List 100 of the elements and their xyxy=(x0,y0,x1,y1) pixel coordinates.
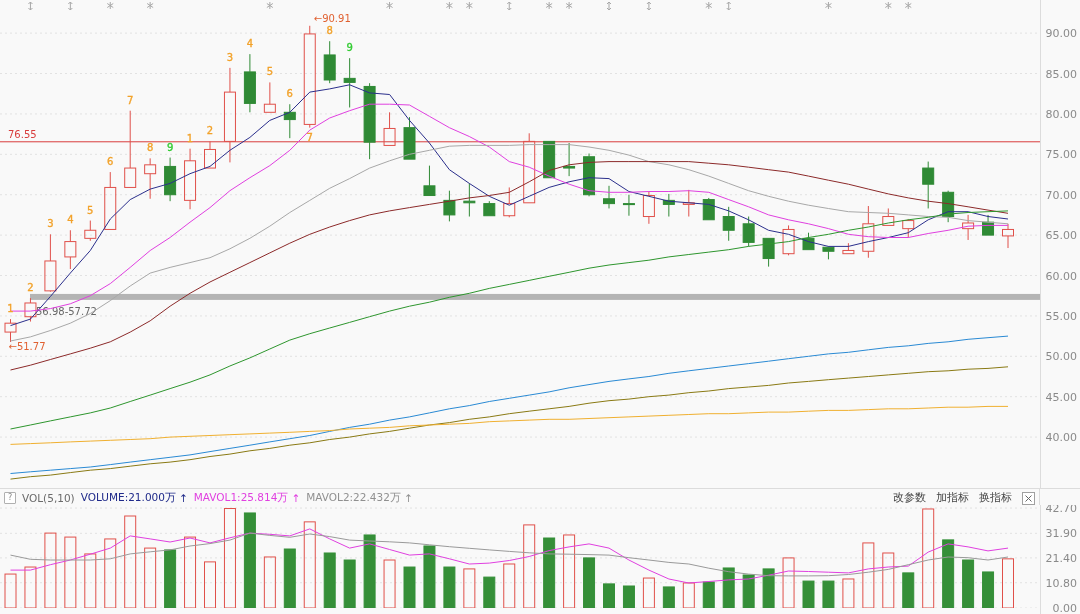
volume-bar xyxy=(583,557,596,608)
volume-bar xyxy=(483,576,496,608)
volume-bar xyxy=(842,578,855,608)
candlestick xyxy=(343,57,356,108)
trend-arrow: ↑ xyxy=(403,492,413,504)
count-label: 3 xyxy=(226,51,234,63)
count-label: 9 xyxy=(346,42,353,54)
candlestick xyxy=(802,232,815,251)
candlestick xyxy=(543,140,556,179)
candlestick xyxy=(283,103,296,139)
volume-bar xyxy=(762,568,775,608)
candlestick xyxy=(962,214,975,241)
star-icon xyxy=(146,1,154,10)
candlestick xyxy=(104,171,117,230)
axis-label: 80.00 xyxy=(1045,107,1077,121)
axis-label: 70.00 xyxy=(1045,188,1077,202)
axis-label: 40.00 xyxy=(1045,431,1077,445)
indicator-action-link[interactable]: 加指标 xyxy=(934,491,972,505)
indicator-value: VOLUME:21.000万 xyxy=(80,491,176,505)
candlestick xyxy=(642,191,655,225)
candlestick xyxy=(44,233,57,293)
count-label: 8 xyxy=(326,25,333,37)
volume-bar xyxy=(204,561,216,608)
axis-label: 75.00 xyxy=(1045,148,1077,162)
double-arrow-icon xyxy=(67,1,73,11)
axis-label: 0.00 xyxy=(1052,602,1077,614)
candlestick xyxy=(84,220,97,242)
candlestick xyxy=(523,132,536,204)
indicator-value: MAVOL1:25.814万 xyxy=(193,491,289,505)
count-label: 4 xyxy=(246,38,254,50)
count-label: 7 xyxy=(127,94,134,106)
candlestick xyxy=(762,237,775,268)
candlestick xyxy=(144,157,157,200)
candlestick xyxy=(882,207,895,226)
star-icon xyxy=(824,1,832,10)
star-icon xyxy=(106,1,114,10)
double-arrow-icon xyxy=(726,1,732,11)
indicator-action-link[interactable]: 换指标 xyxy=(977,491,1015,505)
candlestick xyxy=(682,189,695,218)
volume-bar xyxy=(603,583,615,608)
volume-bar xyxy=(982,571,995,608)
indicator-value: MAVOL2:22.432万 xyxy=(306,491,401,505)
volume-bar xyxy=(942,539,955,608)
candlestick xyxy=(583,153,596,197)
candlestick xyxy=(782,224,795,256)
volume-bar xyxy=(1002,558,1014,608)
count-label: 1 xyxy=(7,303,14,315)
candlestick xyxy=(822,245,835,260)
volume-bar xyxy=(543,537,556,608)
double-arrow-icon xyxy=(646,1,652,11)
double-arrow-icon xyxy=(506,1,512,11)
close-icon xyxy=(1025,494,1033,502)
candlestick xyxy=(204,140,216,169)
volume-bar xyxy=(662,586,675,608)
count-label: 5 xyxy=(266,66,274,78)
candlestick xyxy=(862,205,875,259)
double-arrow-icon xyxy=(27,1,33,11)
volume-bar xyxy=(642,577,655,608)
star-icon xyxy=(705,1,713,10)
count-label: 9 xyxy=(166,141,174,153)
axis-label: 60.00 xyxy=(1045,269,1077,283)
count-label: 5 xyxy=(87,204,94,216)
candlestick xyxy=(243,53,256,113)
candlestick xyxy=(563,142,576,177)
star-icon xyxy=(565,1,573,10)
candlestick xyxy=(842,242,855,255)
candlestick xyxy=(622,194,635,217)
volume-bar xyxy=(343,559,356,608)
count-label: 6 xyxy=(286,88,293,100)
volume-bar xyxy=(283,548,296,608)
candlestick xyxy=(1002,223,1014,249)
star-icon xyxy=(465,1,473,10)
volume-bar xyxy=(702,581,715,608)
volume-bar xyxy=(144,547,157,608)
axis-label: 31.90 xyxy=(1045,527,1077,541)
close-button[interactable] xyxy=(1022,491,1036,505)
volume-bar xyxy=(962,559,975,608)
star-icon xyxy=(884,1,892,10)
volume-bar xyxy=(902,572,915,608)
count-label: 2 xyxy=(27,282,34,294)
double-arrow-icon xyxy=(606,1,612,11)
candlestick xyxy=(24,297,37,323)
volume-bar xyxy=(323,552,336,608)
candlestick xyxy=(64,229,77,270)
volume-bar xyxy=(822,580,835,608)
volume-bar xyxy=(24,566,37,608)
candlestick xyxy=(503,186,516,218)
star-icon xyxy=(445,1,453,10)
axis-label: 45.00 xyxy=(1045,390,1077,404)
candlestick xyxy=(702,197,715,221)
high-price-label: ←90.91 xyxy=(313,12,351,24)
axis-label: 90.00 xyxy=(1045,27,1077,41)
low-price-label: ←51.77 xyxy=(8,341,46,352)
volume-bar xyxy=(184,536,197,608)
help-button[interactable]: ? xyxy=(4,492,16,504)
axis-label: 10.80 xyxy=(1045,576,1077,590)
volume-bar xyxy=(263,556,276,608)
price-band-label: 56.98-57.72 xyxy=(36,305,97,317)
indicator-action-link[interactable]: 改参数 xyxy=(891,491,929,505)
candlestick xyxy=(722,206,735,242)
